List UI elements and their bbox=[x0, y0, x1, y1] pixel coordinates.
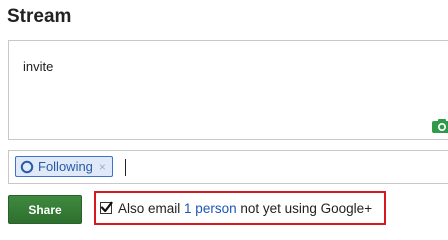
post-input[interactable]: invite bbox=[8, 40, 448, 140]
stream-page: Stream invite Following × Share Also ema… bbox=[0, 0, 448, 238]
page-title: Stream bbox=[7, 6, 72, 27]
share-with-field[interactable]: Following × bbox=[8, 150, 448, 184]
text-cursor bbox=[125, 159, 126, 176]
circle-icon bbox=[20, 160, 34, 173]
checkmark-icon bbox=[100, 201, 113, 213]
chip-remove-button[interactable]: × bbox=[99, 160, 106, 174]
share-button[interactable]: Share bbox=[8, 195, 82, 224]
circle-chip[interactable]: Following × bbox=[15, 156, 113, 177]
person-count-link[interactable]: 1 person bbox=[184, 201, 237, 216]
email-checkbox[interactable] bbox=[100, 201, 113, 214]
camera-icon[interactable] bbox=[432, 119, 448, 133]
post-text: invite bbox=[23, 59, 54, 74]
email-prefix: Also email bbox=[118, 200, 181, 216]
email-option-highlight: Also email 1 person not yet using Google… bbox=[94, 191, 386, 225]
email-option-label: Also email 1 person not yet using Google… bbox=[118, 201, 372, 216]
email-suffix: not yet using Google+ bbox=[240, 200, 373, 216]
chip-label: Following bbox=[38, 159, 93, 174]
